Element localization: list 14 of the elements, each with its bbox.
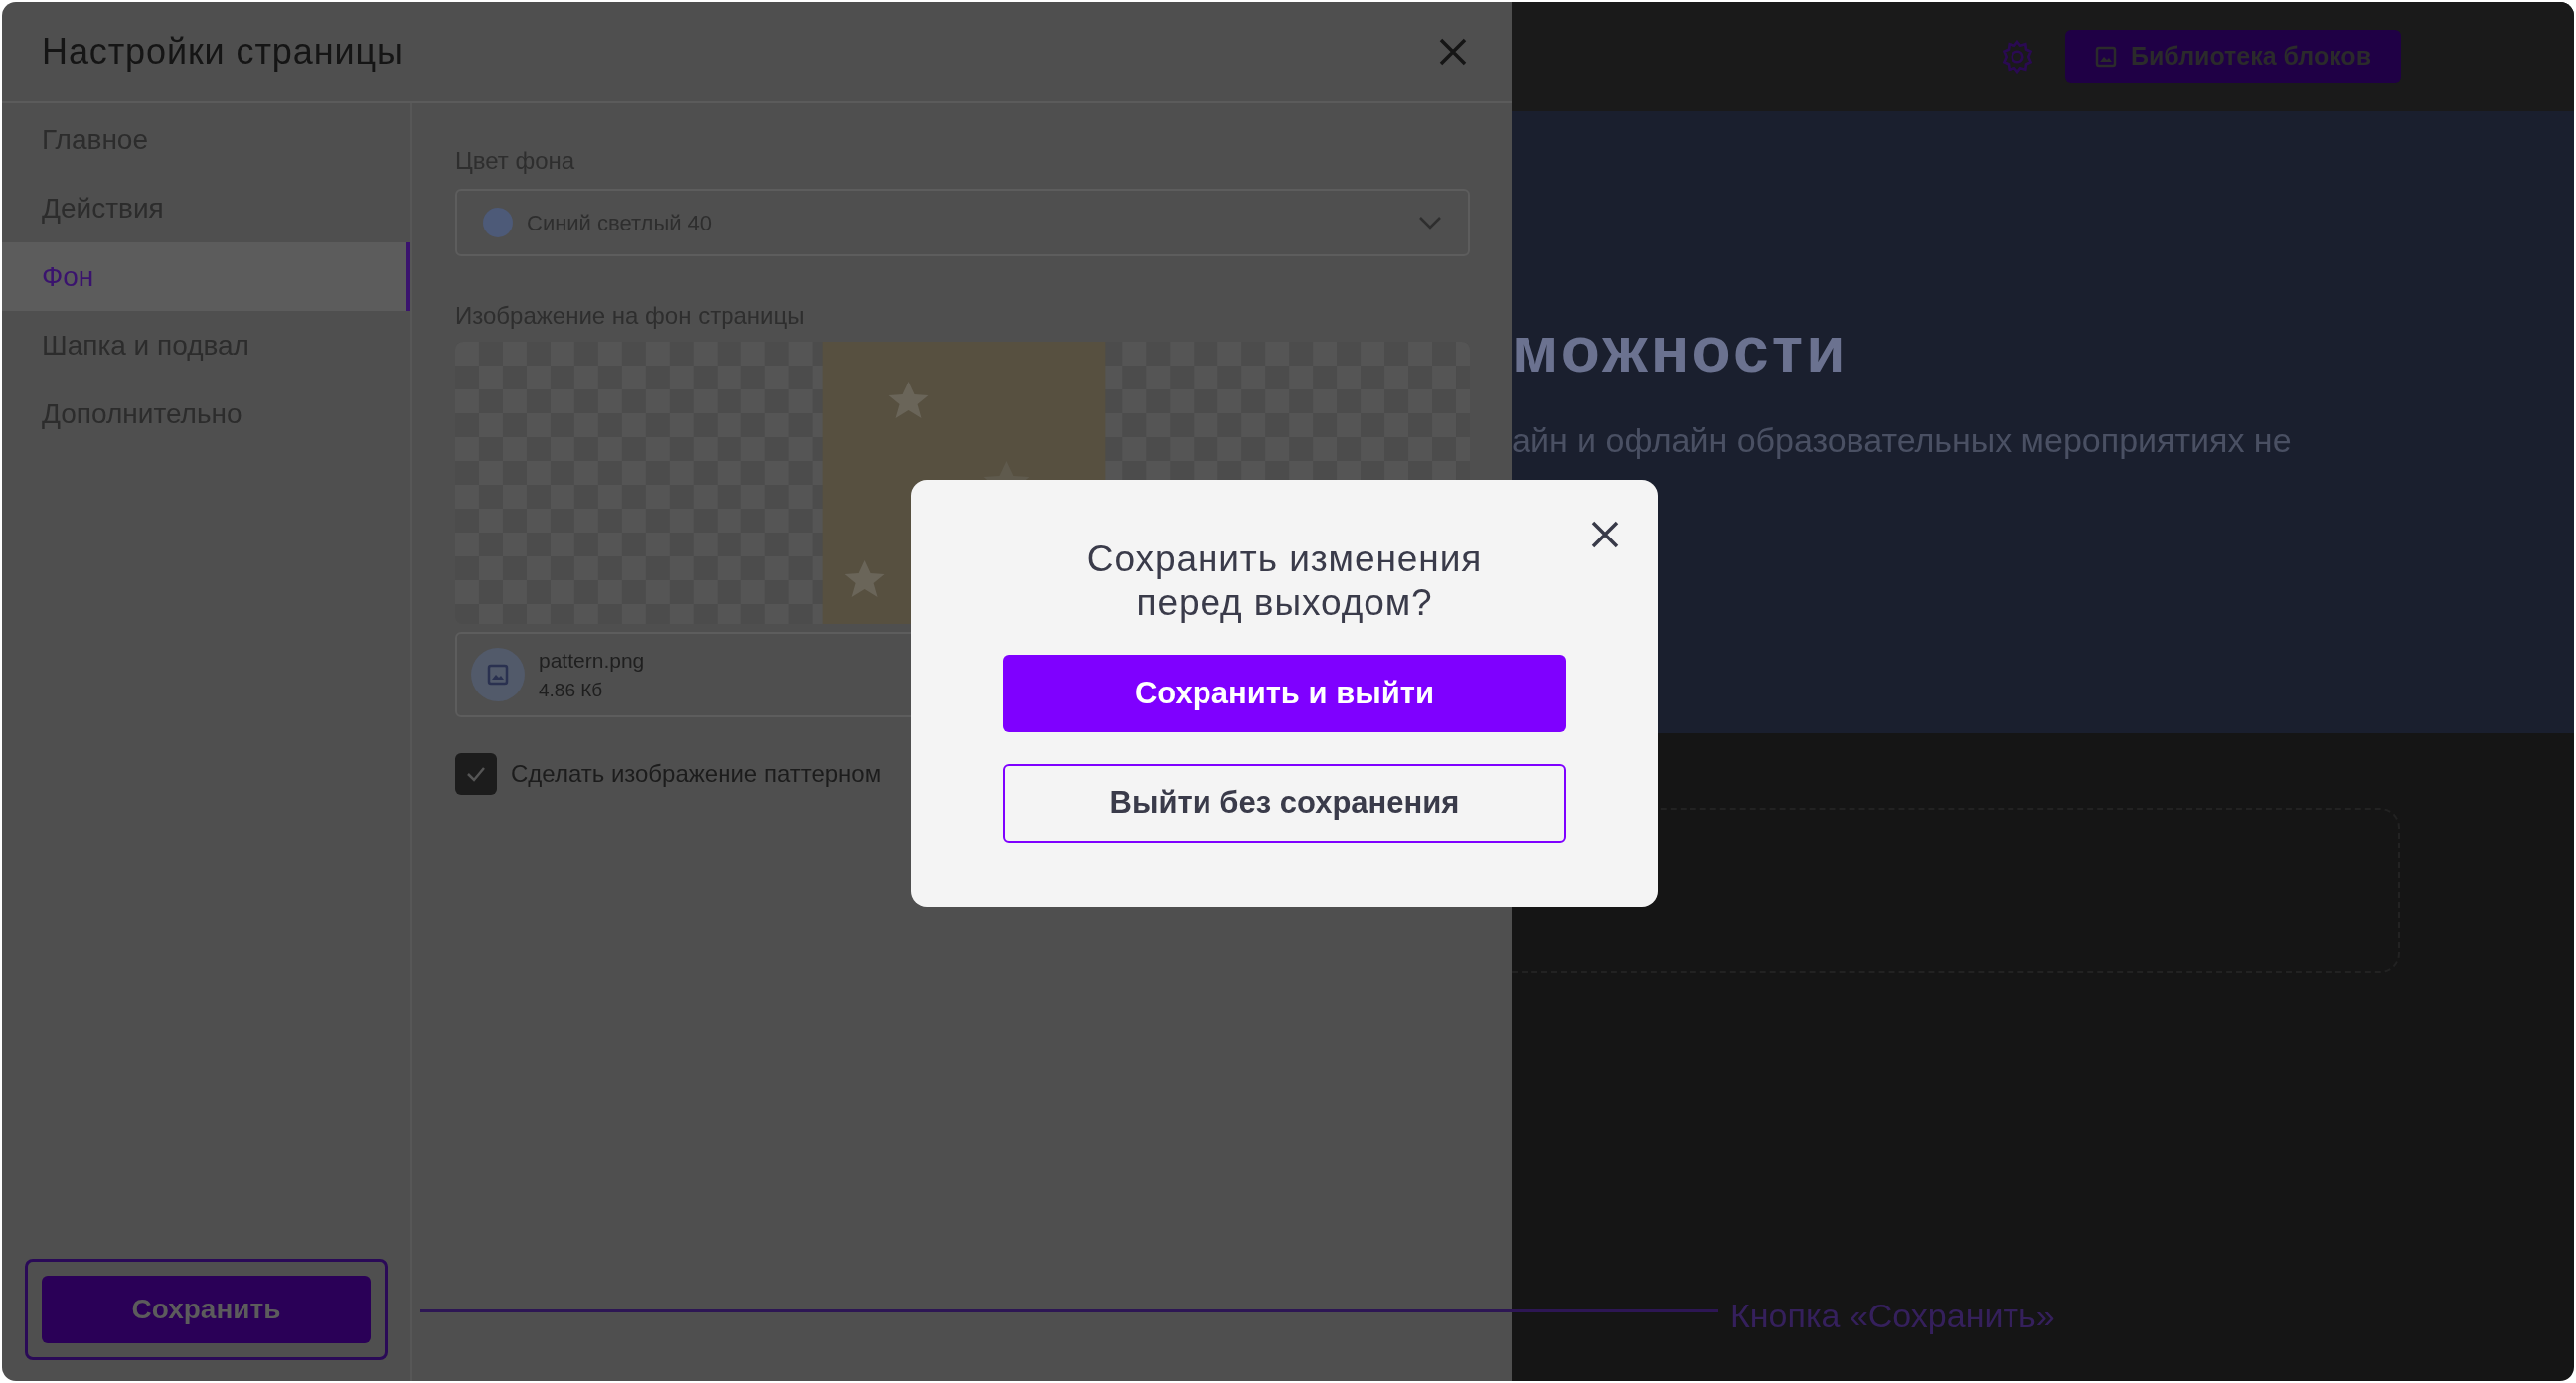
sidebar-item[interactable]: Фон <box>2 242 410 311</box>
image-icon <box>2094 46 2117 68</box>
hero-heading: можности <box>1512 318 1850 382</box>
dialog-title: Сохранить изменения перед выходом? <box>1085 538 1484 625</box>
save-button[interactable]: Сохранить <box>42 1276 371 1343</box>
annotation-label: Кнопка «Сохранить» <box>1730 1296 2055 1336</box>
save-and-exit-button[interactable]: Сохранить и выйти <box>1003 655 1566 732</box>
image-file-icon <box>471 648 525 701</box>
panel-title: Настройки страницы <box>42 30 403 74</box>
color-swatch-icon <box>483 208 513 237</box>
chevron-down-icon <box>1418 216 1442 230</box>
checkbox[interactable] <box>455 753 497 795</box>
exit-without-saving-button[interactable]: Выйти без сохранения <box>1003 764 1566 843</box>
close-icon[interactable] <box>1590 520 1620 549</box>
